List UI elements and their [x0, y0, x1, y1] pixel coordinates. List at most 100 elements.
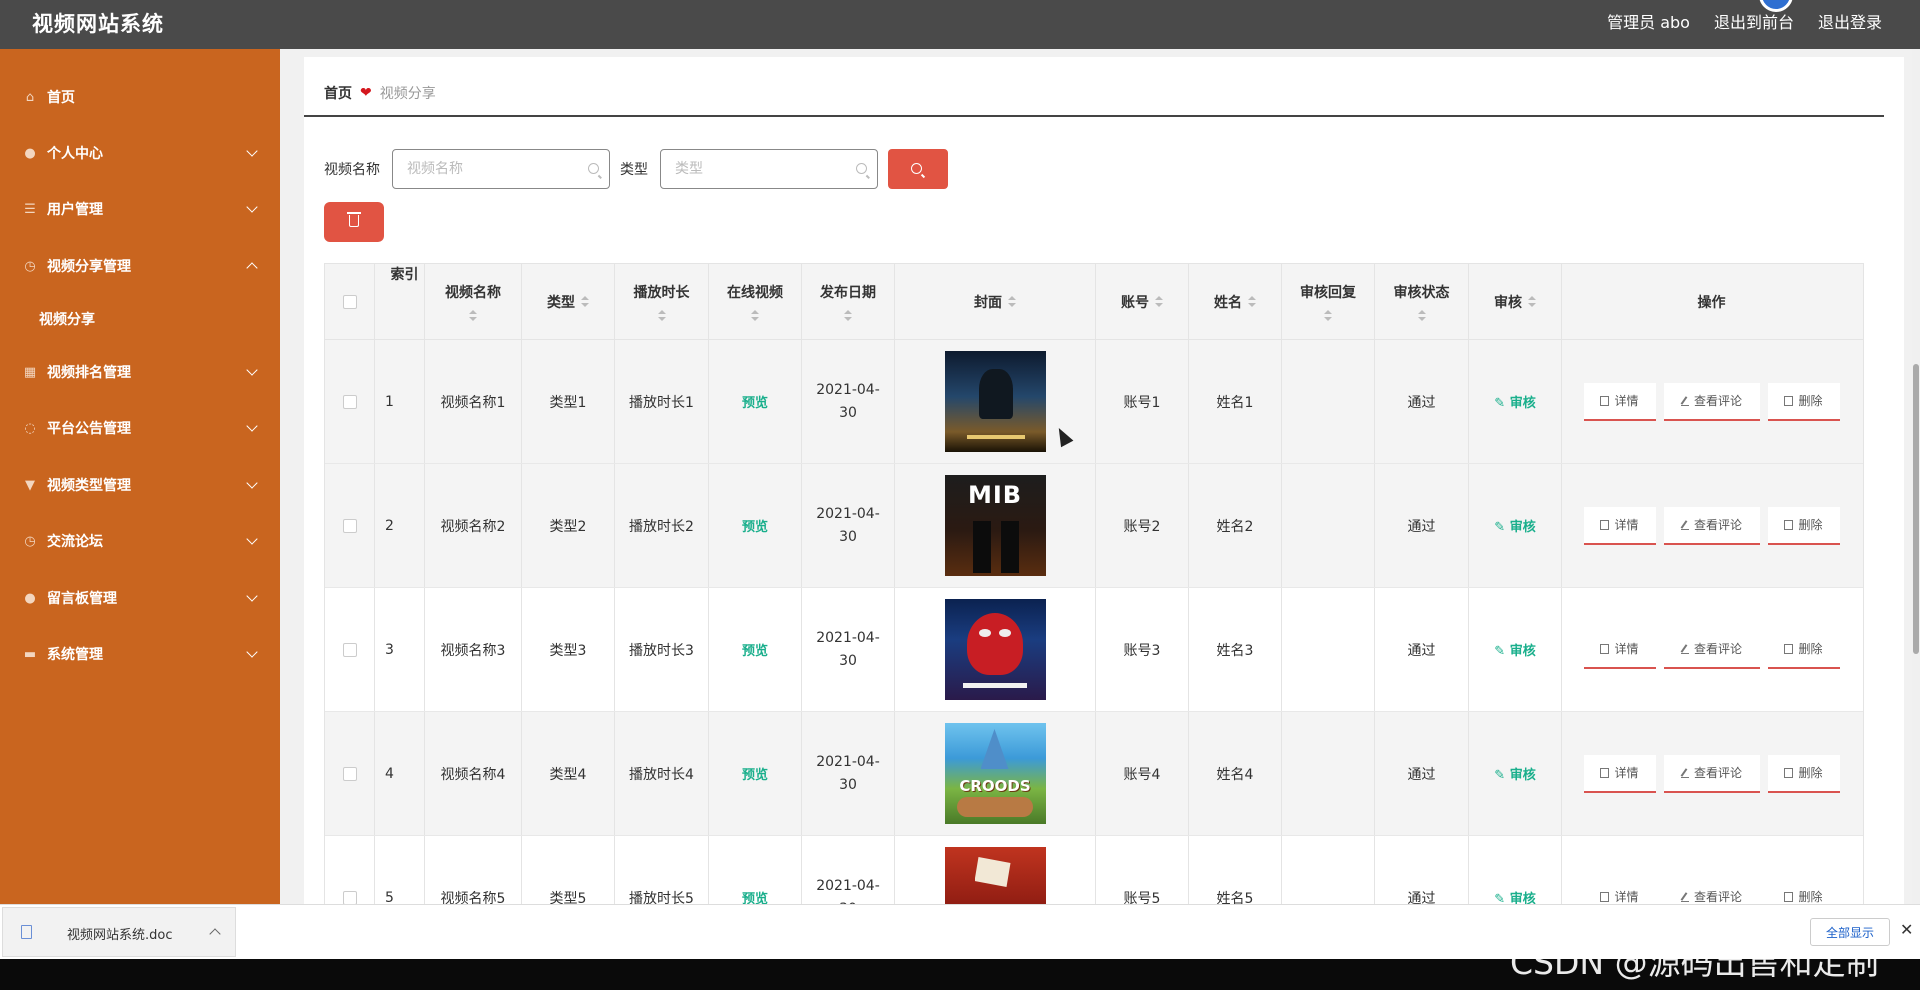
header-reply[interactable]: 审核回复: [1282, 264, 1375, 339]
cell-cover: [895, 588, 1096, 711]
sidebar-item-label: 交流论坛: [47, 534, 103, 550]
cover-image[interactable]: MIB: [944, 475, 1046, 576]
select-all-checkbox[interactable]: [342, 294, 357, 309]
view-comments-button[interactable]: 查看评论: [1663, 506, 1760, 545]
delete-label: 删除: [1798, 518, 1823, 532]
chevron-up-icon[interactable]: [209, 928, 221, 940]
sidebar-item-system[interactable]: ▬ 系统管理: [0, 634, 280, 674]
audit-link[interactable]: ✎ 审核: [1494, 764, 1535, 783]
delete-button[interactable]: 删除: [1767, 382, 1840, 421]
audit-label: 审核: [1509, 520, 1536, 535]
batch-delete-button[interactable]: [324, 202, 384, 242]
cell-name: 视频名称3: [425, 588, 522, 711]
row-checkbox[interactable]: [342, 890, 357, 905]
row-checkbox[interactable]: [342, 518, 357, 533]
delete-button[interactable]: 删除: [1767, 506, 1840, 545]
audit-link[interactable]: ✎ 审核: [1494, 392, 1535, 411]
detail-button[interactable]: 详情: [1583, 630, 1656, 669]
video-name-input[interactable]: [393, 150, 573, 188]
delete-button[interactable]: 删除: [1767, 754, 1840, 793]
header-account[interactable]: 账号: [1096, 264, 1189, 339]
cell-name: 视频名称2: [425, 464, 522, 587]
clock-icon: ◷: [24, 258, 36, 274]
sidebar-item-video-share-management[interactable]: ◷ 视频分享管理: [0, 246, 280, 286]
preview-link[interactable]: 预览: [742, 640, 768, 659]
search-icon: [856, 163, 867, 174]
header-online[interactable]: 在线视频: [709, 264, 802, 339]
poster-eye: [978, 629, 991, 637]
sort-icon[interactable]: [751, 309, 759, 322]
page-scrollbar[interactable]: [1912, 49, 1920, 904]
header-status[interactable]: 审核状态: [1375, 264, 1469, 339]
sidebar-subitem-video-share[interactable]: 视频分享: [0, 300, 280, 336]
preview-link[interactable]: 预览: [742, 764, 768, 783]
sort-icon[interactable]: [1417, 309, 1426, 322]
header-duration[interactable]: 播放时长: [615, 264, 709, 339]
poster-figure: [978, 369, 1013, 419]
front-page-link[interactable]: 退出到前台: [1714, 9, 1794, 33]
sidebar-item-announcement[interactable]: ◌ 平台公告管理: [0, 408, 280, 448]
header-status-label: 审核状态: [1393, 284, 1450, 301]
audit-link[interactable]: ✎ 审核: [1494, 516, 1535, 535]
scrollbar-thumb[interactable]: [1913, 364, 1919, 654]
audit-link[interactable]: ✎ 审核: [1494, 640, 1535, 659]
sidebar-item-personal-center[interactable]: ● 个人中心: [0, 133, 280, 173]
cell-status: 通过: [1375, 712, 1469, 835]
detail-button[interactable]: 详情: [1583, 506, 1656, 545]
preview-link[interactable]: 预览: [742, 392, 768, 411]
sidebar-item-forum[interactable]: ◷ 交流论坛: [0, 521, 280, 561]
sidebar-item-user-management[interactable]: ☰ 用户管理: [0, 189, 280, 229]
breadcrumb: 首页 ❤ 视频分享: [324, 83, 436, 103]
sort-icon[interactable]: [1324, 309, 1332, 322]
sort-icon[interactable]: [1248, 295, 1256, 308]
header-name[interactable]: 视频名称: [425, 264, 522, 339]
sort-icon[interactable]: [1008, 295, 1016, 308]
sort-icon[interactable]: [657, 309, 666, 322]
sidebar-item-message-board[interactable]: ● 留言板管理: [0, 578, 280, 618]
document-icon: [21, 925, 32, 939]
header-date[interactable]: 发布日期: [802, 264, 895, 339]
header-reply-label: 审核回复: [1300, 284, 1356, 301]
sort-icon[interactable]: [469, 309, 477, 322]
detail-button[interactable]: 详情: [1583, 382, 1656, 421]
cell-type: 类型4: [522, 712, 615, 835]
chart-icon: ▦: [23, 364, 37, 380]
logout-link[interactable]: 退出登录: [1818, 9, 1882, 33]
header-index-label: 索引: [390, 267, 419, 283]
search-button[interactable]: [888, 149, 948, 189]
cover-image[interactable]: [944, 351, 1046, 452]
sort-icon[interactable]: [1528, 295, 1536, 308]
close-icon[interactable]: ✕: [1900, 920, 1913, 939]
delete-button[interactable]: 删除: [1767, 630, 1840, 669]
sort-icon[interactable]: [581, 295, 589, 308]
header-cover[interactable]: 封面: [895, 264, 1096, 339]
header-username[interactable]: 姓名: [1189, 264, 1282, 339]
download-item[interactable]: 视频网站系统.doc: [2, 907, 236, 957]
breadcrumb-home[interactable]: 首页: [324, 83, 352, 103]
cell-index: 2: [375, 464, 425, 587]
cover-image[interactable]: [944, 599, 1046, 700]
sort-icon[interactable]: [1155, 295, 1163, 308]
header-audit[interactable]: 审核: [1469, 264, 1562, 339]
row-checkbox[interactable]: [342, 766, 357, 781]
cover-image[interactable]: CROODS: [944, 723, 1046, 824]
cell-account: 账号1: [1096, 340, 1189, 463]
view-comments-button[interactable]: 查看评论: [1663, 382, 1760, 421]
row-checkbox[interactable]: [342, 394, 357, 409]
row-checkbox[interactable]: [342, 642, 357, 657]
view-comments-button[interactable]: 查看评论: [1663, 630, 1760, 669]
header-checkbox-cell: [325, 264, 375, 339]
sidebar-item-home[interactable]: ⌂ 首页: [0, 77, 280, 117]
header-type[interactable]: 类型: [522, 264, 615, 339]
sort-icon[interactable]: [844, 309, 852, 322]
type-input[interactable]: [661, 150, 841, 188]
sidebar-item-video-ranking[interactable]: ▦ 视频排名管理: [0, 352, 280, 392]
view-comments-button[interactable]: 查看评论: [1663, 754, 1760, 793]
cell-date: 2021-04-30: [802, 464, 895, 587]
detail-button[interactable]: 详情: [1583, 754, 1656, 793]
sidebar-item-video-type[interactable]: ▼ 视频类型管理: [0, 465, 280, 505]
preview-link[interactable]: 预览: [742, 516, 768, 535]
poster-title-mark: [974, 857, 1011, 887]
cell-index: 1: [375, 340, 425, 463]
main-content: 首页 ❤ 视频分享 视频名称 类型 索引: [280, 49, 1912, 961]
